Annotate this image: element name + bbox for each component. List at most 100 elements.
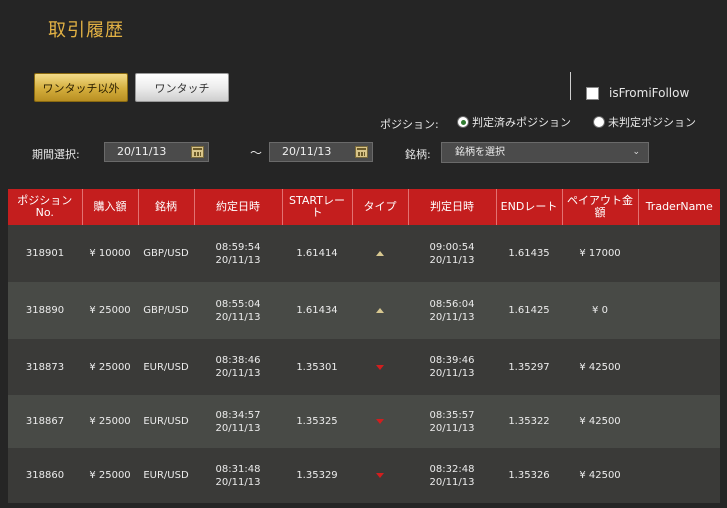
payout-cell: ¥ 42500 [562,339,638,395]
follow-toggle[interactable]: isFromiFollow [586,86,689,100]
radio-unjudged[interactable]: 未判定ポジション [593,114,696,130]
position-no-cell: 318890 [8,282,82,339]
table-row: 318901 ¥ 10000 GBP/USD 08:59:54 20/11/13 1.61… [8,225,720,282]
date-separator: ～ [250,146,263,160]
type-cell [352,448,408,503]
payout: ¥ 17000 [579,248,621,259]
payout: ¥ 42500 [579,470,621,481]
arrow-down-icon [376,364,384,370]
exec-time: 08:38:46 [215,355,261,366]
payout-cell: ¥ 42500 [562,448,638,503]
end-rate: 1.35322 [508,416,550,427]
follow-checkbox[interactable] [586,86,599,100]
start-rate-cell: 1.35329 [282,448,352,503]
col-header-position: ポジション No. [8,189,83,225]
amount-cell: ¥ 25000 [82,282,138,339]
calendar-icon[interactable] [355,146,368,158]
exec-datetime-cell: 08:34:57 20/11/13 [194,395,282,448]
col-header-exec-time: 約定日時 [194,189,283,225]
position-no-cell: 318860 [8,448,82,503]
amount: ¥ 25000 [89,470,131,481]
start-rate: 1.35329 [296,470,338,481]
date-to-input[interactable]: 20/11/13 [269,142,373,162]
amount-cell: ¥ 25000 [82,339,138,395]
start-rate: 1.35325 [296,416,338,427]
symbol-cell: EUR/USD [138,395,194,448]
trade-history-table: ポジション No. 購入額 銘柄 約定日時 STARTレー ト タイプ 判定日時… [8,189,720,503]
col-header-judge-time: 判定日時 [408,189,497,225]
symbol-cell: EUR/USD [138,339,194,395]
position-no: 318867 [25,416,65,427]
payout-cell: ¥ 17000 [562,225,638,282]
radio-label: 判定済みポジション [472,116,571,129]
symbol: EUR/USD [143,416,189,427]
col-header-type: タイプ [352,189,409,225]
tab-onetouch[interactable]: ワンタッチ [135,73,229,102]
amount-cell: ¥ 10000 [82,225,138,282]
trader-cell [638,448,720,503]
symbol: EUR/USD [143,361,189,373]
judge-time: 08:35:57 [429,409,475,421]
amount-cell: ¥ 25000 [82,448,138,503]
symbol: GBP/USD [143,248,189,259]
type-cell [352,282,408,339]
table-row: 318890 ¥ 25000 GBP/USD 08:55:04 20/11/13 1.61… [8,282,720,339]
judge-datetime-cell: 08:35:57 20/11/13 [408,395,496,448]
exec-datetime-cell: 08:55:04 20/11/13 [194,282,282,339]
amount-cell: ¥ 25000 [82,395,138,448]
judge-date: 20/11/13 [429,254,475,266]
date-from-input[interactable]: 20/11/13 [104,142,209,162]
judge-datetime-cell: 09:00:54 20/11/13 [408,225,496,282]
radio-judged[interactable]: 判定済みポジション [457,114,571,130]
start-rate: 1.61414 [296,248,338,259]
position-no-cell: 318873 [8,339,82,395]
radio-button-icon[interactable] [593,116,605,128]
table-row: 318873 ¥ 25000 EUR/USD 08:38:46 20/11/13 1.35… [8,339,720,395]
type-cell [352,225,408,282]
judge-time: 08:32:48 [429,463,475,475]
exec-date: 20/11/13 [215,368,261,379]
calendar-icon[interactable] [191,146,204,158]
radio-button-icon[interactable] [457,116,469,128]
payout: ¥ 42500 [579,361,621,373]
end-rate: 1.61435 [508,248,550,259]
judge-time: 09:00:54 [429,241,475,253]
exec-time: 08:34:57 [215,409,261,421]
exec-date: 20/11/13 [215,422,261,434]
start-rate: 1.35301 [296,361,338,373]
judge-date: 20/11/13 [429,368,475,379]
judge-time: 08:56:04 [429,298,475,310]
type-cell [352,395,408,448]
amount: ¥ 25000 [89,416,131,427]
divider [570,72,571,100]
payout-cell: ¥ 0 [562,282,638,339]
position-no: 318860 [25,470,65,481]
judge-datetime-cell: 08:39:46 20/11/13 [408,339,496,395]
judge-date: 20/11/13 [429,476,475,488]
col-header-trader: TraderName [638,189,720,225]
arrow-up-icon [376,308,384,313]
judge-datetime-cell: 08:56:04 20/11/13 [408,282,496,339]
symbol: GBP/USD [143,305,189,316]
trader-cell [638,225,720,282]
chevron-down-icon: ⌄ [632,147,640,157]
start-rate-cell: 1.61414 [282,225,352,282]
start-rate-cell: 1.35301 [282,339,352,395]
judge-time: 08:39:46 [429,355,475,366]
end-rate-cell: 1.35326 [496,448,562,503]
table-row: 318867 ¥ 25000 EUR/USD 08:34:57 20/11/13 1.35… [8,395,720,448]
exec-time: 08:31:48 [215,463,261,475]
exec-time: 08:59:54 [215,241,261,253]
tab-non-onetouch[interactable]: ワンタッチ以外 [34,73,128,102]
trader-cell [638,395,720,448]
judge-date: 20/11/13 [429,311,475,323]
start-rate: 1.61434 [296,305,338,316]
start-rate-cell: 1.35325 [282,395,352,448]
col-header-start-rate: STARTレー ト [282,189,353,225]
position-no-cell: 318867 [8,395,82,448]
symbol-select[interactable]: 銘柄を選択 ⌄ [441,142,649,163]
arrow-up-icon [376,251,384,256]
table-header-row: ポジション No. 購入額 銘柄 約定日時 STARTレー ト タイプ 判定日時… [8,189,720,225]
symbol: EUR/USD [143,470,189,481]
col-header-symbol: 銘柄 [138,189,195,225]
